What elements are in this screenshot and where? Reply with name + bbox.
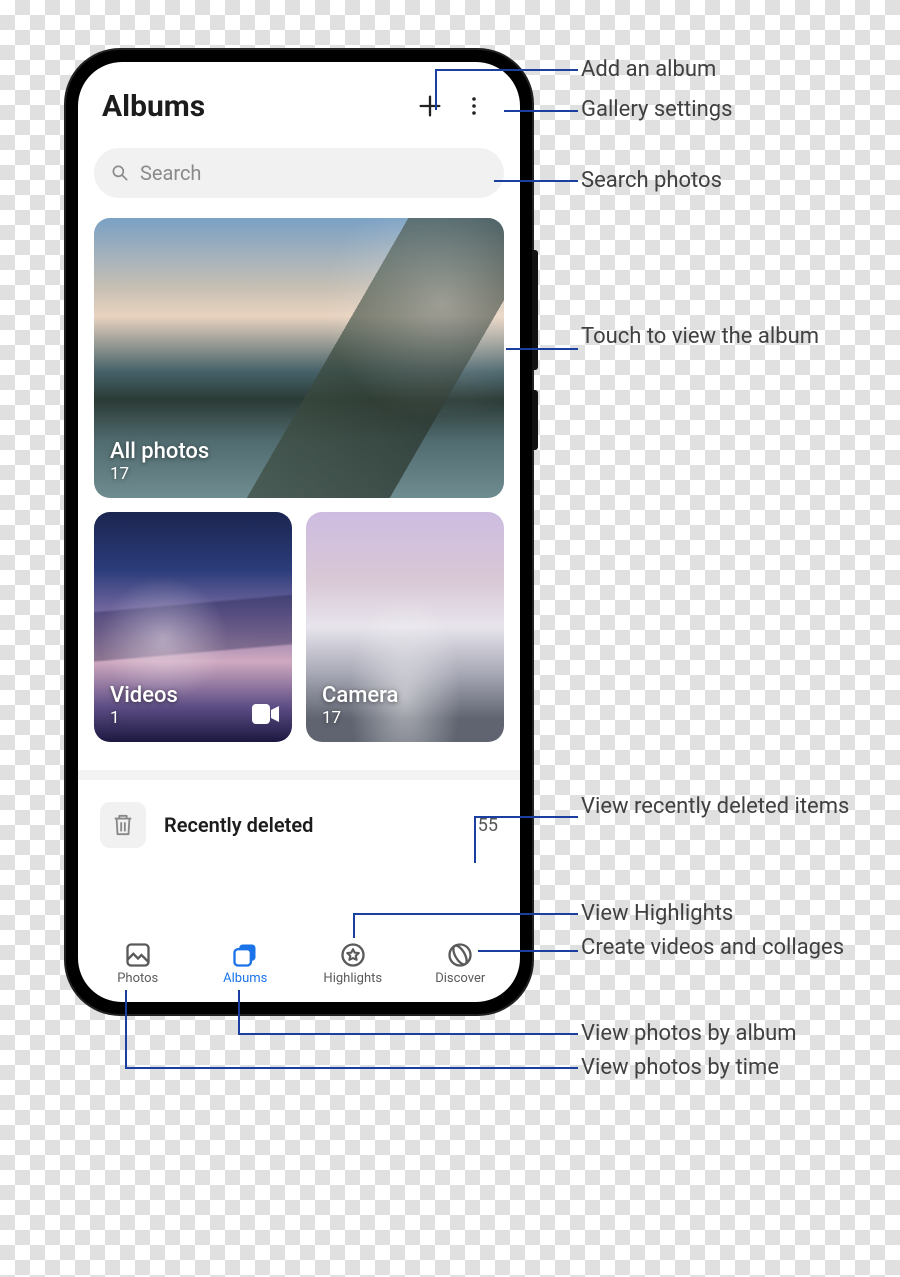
annotation-search-photos: Search photos [581,167,722,196]
annotation-by-album: View photos by album [581,1020,797,1049]
search-input[interactable]: Search [94,148,504,198]
album-count: 17 [322,708,488,728]
video-icon [252,704,280,728]
annotation-by-time: View photos by time [581,1054,779,1083]
annotation-view-deleted: View recently deleted items [581,793,849,822]
tab-label: Highlights [323,971,382,986]
add-album-button[interactable] [408,84,452,128]
highlights-icon [339,941,367,969]
album-title: All photos [110,439,488,464]
annotation-touch-album: Touch to view the album [581,323,819,352]
recently-deleted-label: Recently deleted [164,813,478,837]
screen: Albums Search All photos 17 [78,62,520,1002]
tab-discover[interactable]: Discover [419,941,501,986]
tab-photos[interactable]: Photos [97,941,179,986]
tab-label: Albums [223,971,267,986]
volume-rocker [532,250,538,370]
plus-icon [416,92,444,120]
tab-label: Discover [435,971,485,986]
annotation-add-album: Add an album [581,56,716,85]
annotation-gallery-settings: Gallery settings [581,96,732,125]
search-placeholder: Search [140,161,201,185]
phone-frame: Albums Search All photos 17 [66,50,532,1014]
discover-icon [446,941,474,969]
albums-icon [231,941,259,969]
search-icon [110,163,130,183]
album-list: All photos 17 Videos 1 Camer [78,218,520,935]
photos-icon [124,941,152,969]
trash-icon [112,813,134,837]
power-button [532,390,538,450]
annotation-create-collage: Create videos and collages [581,934,844,963]
recently-deleted-count: 55 [478,815,498,836]
page-title: Albums [102,89,408,124]
tab-highlights[interactable]: Highlights [312,941,394,986]
tab-albums[interactable]: Albums [204,941,286,986]
album-videos[interactable]: Videos 1 [94,512,292,742]
album-all-photos[interactable]: All photos 17 [94,218,504,498]
album-count: 17 [110,464,488,484]
section-divider [78,770,520,780]
recently-deleted-row[interactable]: Recently deleted 55 [94,780,504,868]
tab-label: Photos [117,971,158,986]
annotation-view-highlights: View Highlights [581,900,733,929]
album-camera[interactable]: Camera 17 [306,512,504,742]
trash-icon-container [100,802,146,848]
bottom-nav: Photos Albums Highlights Discover [78,935,520,1002]
app-header: Albums [78,62,520,136]
gallery-settings-button[interactable] [452,84,496,128]
more-vertical-icon [462,94,486,118]
album-title: Camera [322,683,488,708]
